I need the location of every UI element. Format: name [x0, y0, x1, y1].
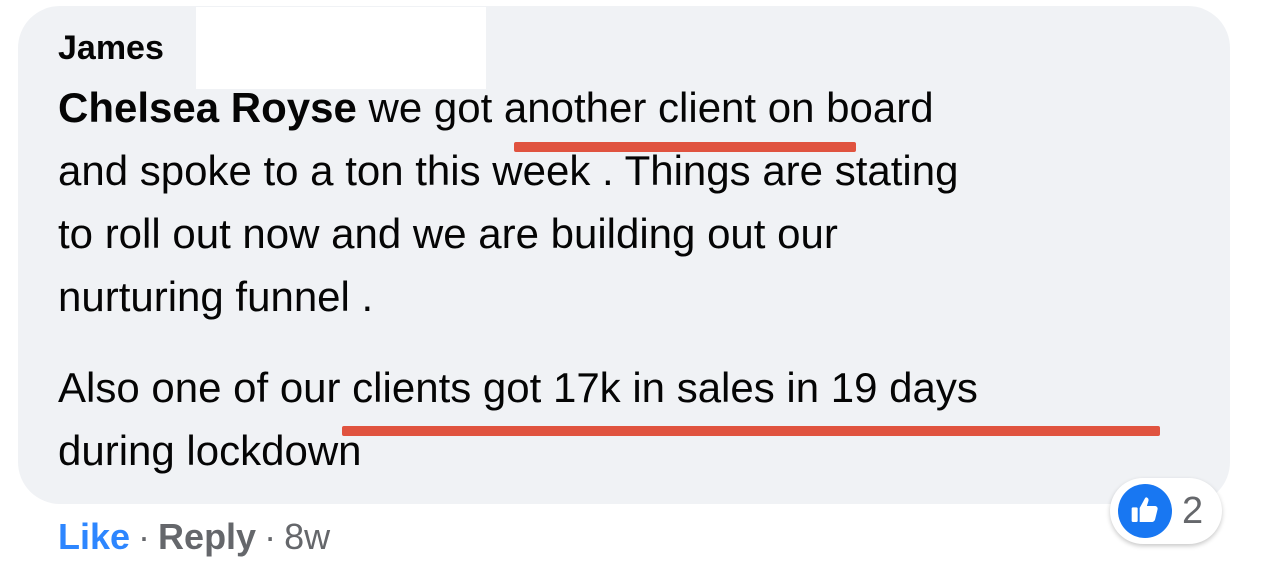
highlight-underline: [514, 142, 856, 152]
comment-paragraph2-line-2: during lockdown: [58, 427, 362, 474]
highlight-underline: [342, 426, 1160, 436]
redacted-area: [196, 7, 486, 89]
separator: ·: [138, 516, 151, 557]
comment-line-2: and spoke to a ton this week . Things ar…: [58, 147, 959, 194]
comment-line-4: nurturing funnel .: [58, 273, 374, 320]
like-button[interactable]: Like: [58, 516, 130, 557]
comment-container: James Chelsea Royse we got another clien…: [0, 0, 1262, 574]
comment-text: we got another client on board: [356, 84, 934, 131]
separator: ·: [264, 516, 277, 557]
comment-paragraph2-line-1: Also one of our clients got 17k in sales…: [58, 364, 978, 411]
reply-button[interactable]: Reply: [158, 516, 256, 557]
comment-actions: Like · Reply · 8w: [58, 514, 330, 560]
thumbs-up-icon: [1118, 484, 1172, 538]
comment-line-3: to roll out now and we are building out …: [58, 210, 838, 257]
comment-author[interactable]: James: [58, 26, 164, 70]
reaction-count: 2: [1182, 490, 1204, 532]
timestamp[interactable]: 8w: [284, 516, 330, 557]
mention-link[interactable]: Chelsea Royse: [58, 84, 357, 131]
reaction-summary[interactable]: 2: [1110, 478, 1222, 544]
comment-line-1: Chelsea Royse we got another client on b…: [58, 82, 934, 134]
